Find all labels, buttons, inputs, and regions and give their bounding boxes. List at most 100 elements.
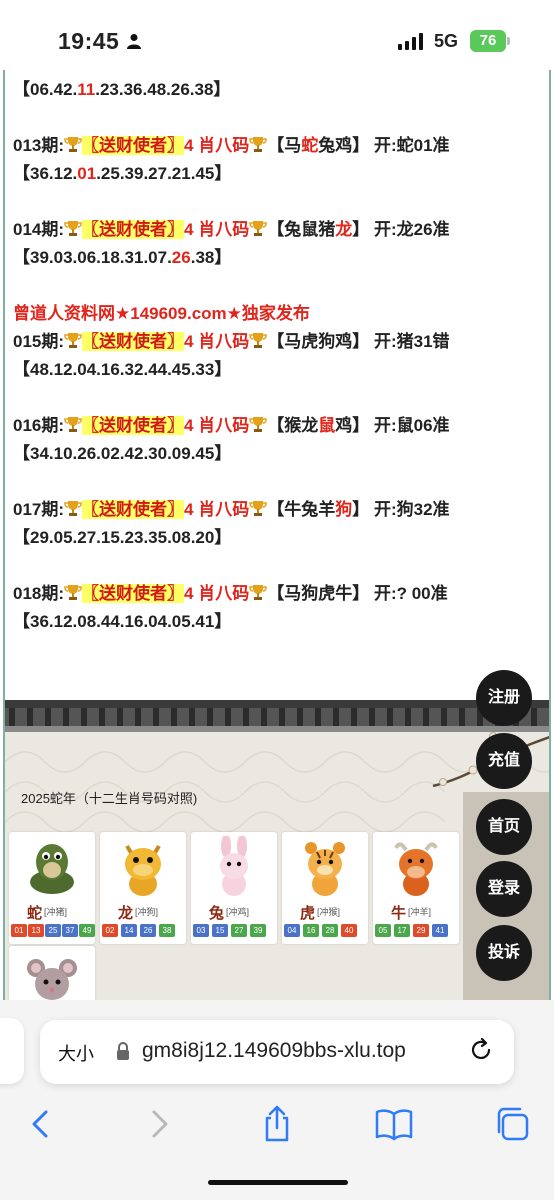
bookmarks-icon[interactable] <box>374 1104 414 1144</box>
zodiac-name: 龙 <box>118 904 134 922</box>
number-ball: 29 <box>413 924 429 937</box>
numbers-line: 【36.12.01.25.39.27.21.45】 <box>13 164 232 183</box>
zodiac-name: 牛 <box>391 904 407 922</box>
number-ball: 25 <box>45 924 61 937</box>
text-size-button[interactable]: 大小 <box>58 1040 94 1066</box>
trophy-icon <box>249 585 267 600</box>
zodiac-card-snake[interactable]: 蛇 [冲猪] 01 13 25 37 49 <box>9 832 95 944</box>
status-time: 19:45 <box>58 28 120 54</box>
zodiac-conflict: [冲鸡] <box>226 907 250 917</box>
number-ball: 05 <box>375 924 391 937</box>
dragon-icon <box>125 844 161 896</box>
trophy-icon <box>249 501 267 516</box>
trophy-icon <box>64 417 82 432</box>
prediction-014: 014期: 〖送财使者〗4 肖八码 【兔鼠猪龙】 开:龙26准 <box>13 220 450 239</box>
address-bar[interactable]: 大小 gm8i8j12.149609bbs-xlu.top <box>40 1020 514 1084</box>
url-text[interactable]: gm8i8j12.149609bbs-xlu.top <box>142 1039 406 1063</box>
network-label: 5G <box>434 31 459 51</box>
numbers-line: 【36.12.08.44.16.04.05.41】 <box>13 612 232 631</box>
browser-bottom-bar: 大小 gm8i8j12.149609bbs-xlu.top <box>0 1000 554 1200</box>
zodiac-name: 蛇 <box>27 904 43 922</box>
trophy-icon <box>64 501 82 516</box>
tabs-icon[interactable] <box>492 1104 532 1144</box>
battery-icon: 76 <box>470 30 510 52</box>
number-ball: 41 <box>432 924 448 937</box>
trophy-icon <box>64 137 82 152</box>
trophy-icon <box>249 137 267 152</box>
trophy-icon <box>64 333 82 348</box>
number-ball: 28 <box>322 924 338 937</box>
home-button[interactable]: 首页 <box>476 799 532 855</box>
number-ball: 01 <box>11 924 27 937</box>
snake-icon <box>30 844 74 894</box>
number-ball: 02 <box>102 924 118 937</box>
zodiac-numbers: 02 14 26 38 <box>102 924 186 938</box>
reload-icon[interactable] <box>470 1038 494 1064</box>
rat-icon <box>27 959 77 1000</box>
status-bar: 19:45 5G 76 <box>0 0 554 70</box>
prediction-013: 013期: 〖送财使者〗4 肖八码 【马蛇兔鸡】 开:蛇01准 <box>13 136 450 155</box>
home-indicator <box>208 1180 348 1185</box>
tiger-icon <box>305 842 345 896</box>
zodiac-numbers: 04 16 28 40 <box>284 924 368 938</box>
number-ball: 26 <box>140 924 156 937</box>
numbers-line: 【29.05.27.15.23.35.08.20】 <box>13 528 232 547</box>
browser-toolbar <box>0 1096 554 1152</box>
prediction-016: 016期: 〖送财使者〗4 肖八码 【猴龙鼠鸡】 开:鼠06准 <box>13 416 450 435</box>
prediction-015: 015期: 〖送财使者〗4 肖八码 【马虎狗鸡】 开:猪31错 <box>13 332 450 351</box>
complaint-button[interactable]: 投诉 <box>476 925 532 981</box>
page-content: 【06.42.11.23.36.48.26.38】 013期: 〖送财使者〗4 肖… <box>3 70 551 1000</box>
zodiac-card-tiger[interactable]: 虎 [冲猴] 04 16 28 40 <box>282 832 368 944</box>
number-ball: 04 <box>284 924 300 937</box>
zodiac-card-ox[interactable]: 牛 [冲羊] 05 17 29 41 <box>373 832 459 944</box>
zodiac-card-dragon[interactable]: 龙 [冲狗] 02 14 26 38 <box>100 832 186 944</box>
numbers-line: 【39.03.06.18.31.07.26.38】 <box>13 248 232 267</box>
zodiac-name: 虎 <box>300 904 316 922</box>
number-ball: 17 <box>394 924 410 937</box>
zodiac-conflict: [冲猪] <box>44 907 68 917</box>
zodiac-card-rat[interactable] <box>9 946 95 1000</box>
share-icon[interactable] <box>257 1104 297 1144</box>
number-ball: 03 <box>193 924 209 937</box>
login-button[interactable]: 登录 <box>476 861 532 917</box>
ox-icon <box>394 842 438 896</box>
number-ball: 37 <box>62 924 78 937</box>
promo-banner-text[interactable]: 曾道人资料网★149609.com★独家发布 <box>13 300 549 328</box>
lock-icon <box>117 1042 129 1060</box>
number-ball: 40 <box>341 924 357 937</box>
battery-level: 76 <box>470 30 506 52</box>
forward-icon[interactable] <box>140 1104 180 1144</box>
number-ball: 49 <box>79 924 95 937</box>
zodiac-conflict: [冲羊] <box>408 907 432 917</box>
number-ball: 15 <box>212 924 228 937</box>
trophy-icon <box>249 333 267 348</box>
zodiac-numbers: 05 17 29 41 <box>375 924 459 938</box>
zodiac-card-rabbit[interactable]: 兔 [冲鸡] 03 15 27 39 <box>191 832 277 944</box>
recharge-button[interactable]: 充值 <box>476 733 532 789</box>
number-ball: 14 <box>121 924 137 937</box>
back-icon[interactable] <box>20 1104 60 1144</box>
number-ball: 38 <box>159 924 175 937</box>
numbers-line: 【34.10.26.02.42.30.09.45】 <box>13 444 232 463</box>
prediction-018: 018期: 〖送财使者〗4 肖八码 【马狗虎牛】 开:? 00准 <box>13 584 448 603</box>
zodiac-table-title: 2025蛇年（十二生肖号码对照) <box>21 791 198 806</box>
number-ball: 39 <box>250 924 266 937</box>
rabbit-icon <box>220 836 248 896</box>
signal-icon <box>398 33 423 50</box>
prediction-list: 【06.42.11.23.36.48.26.38】 013期: 〖送财使者〗4 肖… <box>5 70 549 636</box>
zodiac-conflict: [冲狗] <box>135 907 159 917</box>
number-ball: 16 <box>303 924 319 937</box>
number-ball: 13 <box>28 924 44 937</box>
person-icon <box>127 34 141 49</box>
zodiac-numbers: 01 13 25 37 49 <box>11 924 95 938</box>
trophy-icon <box>64 221 82 236</box>
register-button[interactable]: 注册 <box>476 670 532 726</box>
zodiac-numbers: 03 15 27 39 <box>193 924 277 938</box>
numbers-line: 【48.12.04.16.32.44.45.33】 <box>13 360 232 379</box>
numbers-line: 【06.42.11.23.36.48.26.38】 <box>13 80 231 99</box>
trophy-icon <box>64 585 82 600</box>
zodiac-name: 兔 <box>209 904 225 922</box>
zodiac-conflict: [冲猴] <box>317 907 341 917</box>
trophy-icon <box>249 221 267 236</box>
previous-tab-pill[interactable] <box>0 1018 24 1084</box>
